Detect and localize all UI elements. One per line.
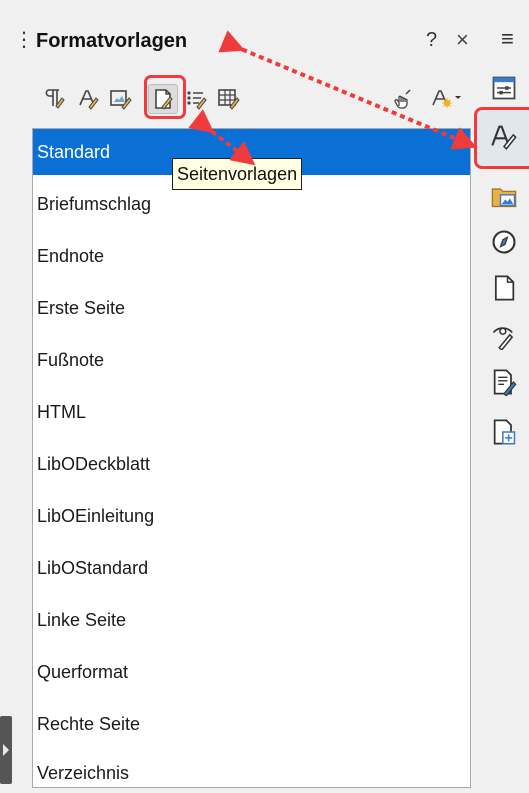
frame-styles-icon[interactable]: [106, 84, 134, 112]
fill-format-mode-icon[interactable]: [388, 84, 416, 112]
gallery-icon[interactable]: [484, 176, 524, 216]
expand-arrow-icon: [3, 744, 9, 756]
list-item[interactable]: Fußnote: [33, 337, 470, 383]
new-style-from-selection-icon[interactable]: [426, 84, 466, 112]
list-item[interactable]: LibOEinleitung: [33, 493, 470, 539]
design-icon[interactable]: [484, 412, 524, 452]
sidebar-collapse-handle[interactable]: [0, 716, 12, 784]
style-list[interactable]: Standard Briefumschlag Endnote Erste Sei…: [32, 128, 471, 788]
list-item[interactable]: Rechte Seite: [33, 701, 470, 747]
list-item[interactable]: HTML: [33, 389, 470, 435]
drag-grip-icon[interactable]: ⋮: [14, 30, 34, 50]
page-deck-icon[interactable]: [484, 268, 524, 308]
list-item[interactable]: Linke Seite: [33, 597, 470, 643]
navigator-icon[interactable]: [484, 222, 524, 262]
page-styles-highlight: [144, 75, 186, 119]
list-item[interactable]: LibODeckblatt: [33, 441, 470, 487]
tooltip: Seitenvorlagen: [172, 158, 303, 190]
sidebar-tab-bar: [480, 0, 529, 784]
help-button[interactable]: ?: [426, 29, 437, 52]
list-styles-icon[interactable]: [182, 84, 210, 112]
close-button[interactable]: ×: [456, 27, 469, 53]
style-category-toolbar: [36, 76, 476, 116]
character-styles-icon[interactable]: [74, 84, 102, 112]
list-item[interactable]: Verzeichnis: [33, 753, 470, 785]
styles-deck-icon[interactable]: [484, 116, 524, 156]
list-item[interactable]: LibOStandard: [33, 545, 470, 591]
paragraph-styles-icon[interactable]: [40, 84, 68, 112]
table-styles-icon[interactable]: [214, 84, 242, 112]
list-item[interactable]: Querformat: [33, 649, 470, 695]
sidebar-header: ⋮ Formatvorlagen ? × ≡: [14, 26, 514, 60]
list-item[interactable]: Erste Seite: [33, 285, 470, 331]
style-inspector-icon[interactable]: [484, 316, 524, 356]
manage-changes-icon[interactable]: [484, 362, 524, 402]
panel-title: Formatvorlagen: [36, 30, 188, 52]
properties-icon[interactable]: [484, 68, 524, 108]
list-item[interactable]: Endnote: [33, 233, 470, 279]
